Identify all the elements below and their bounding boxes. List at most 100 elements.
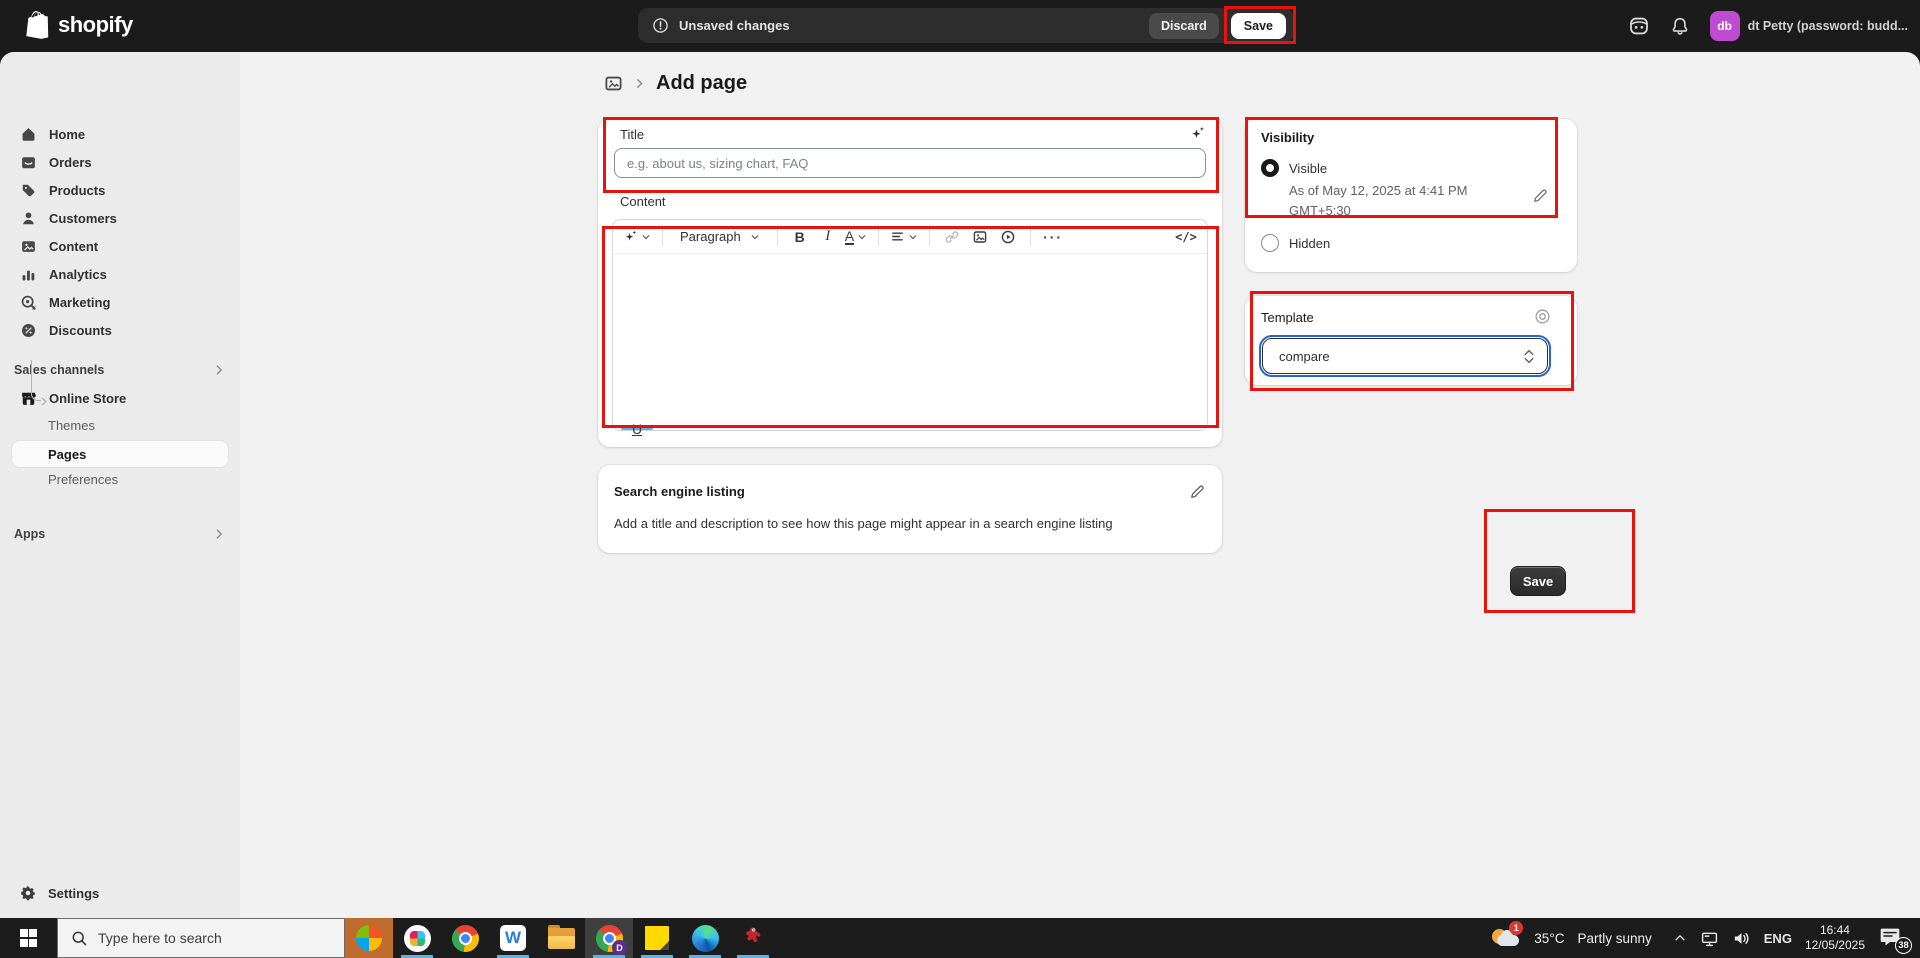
sidebar-item-label: Pages xyxy=(48,447,86,462)
taskbar-app-word[interactable]: W xyxy=(489,918,537,958)
nav-connector-arrow-icon xyxy=(39,396,50,407)
orders-icon xyxy=(20,154,37,171)
unsaved-changes-bar: Unsaved changes Discard Save xyxy=(638,8,1294,43)
visibility-hidden-option[interactable]: Hidden xyxy=(1261,234,1561,252)
content-field-label: Content xyxy=(620,194,666,209)
sidebar-item-home[interactable]: Home xyxy=(0,120,240,148)
paragraph-style-dropdown[interactable]: Paragraph xyxy=(674,225,766,249)
more-options-button[interactable]: ··· xyxy=(1042,225,1064,249)
slack-icon xyxy=(404,925,431,952)
sidebar-item-marketing[interactable]: Marketing xyxy=(0,288,240,316)
weather-condition[interactable]: Partly sunny xyxy=(1577,931,1651,946)
template-select[interactable]: compare xyxy=(1262,338,1548,374)
taskbar-app-copilot[interactable] xyxy=(345,918,393,958)
edit-pencil-icon[interactable] xyxy=(1189,483,1206,500)
apps-label: Apps xyxy=(14,527,212,541)
taskbar-app-edge[interactable] xyxy=(681,918,729,958)
start-button[interactable] xyxy=(0,918,57,958)
editor-toolbar: Paragraph B I U A xyxy=(613,220,1207,254)
sidebar-item-products[interactable]: Products xyxy=(0,176,240,204)
sidebar-item-customers[interactable]: Customers xyxy=(0,204,240,232)
info-icon xyxy=(652,17,669,34)
alignment-button[interactable] xyxy=(890,225,918,249)
template-card: Template compare xyxy=(1245,296,1577,385)
edit-visibility-pencil-icon[interactable] xyxy=(1532,187,1549,204)
windows-logo-icon xyxy=(20,929,38,947)
ai-assist-button[interactable] xyxy=(623,225,651,249)
customers-icon xyxy=(20,210,37,227)
text-color-button[interactable]: A xyxy=(845,225,867,249)
template-selected-value: compare xyxy=(1279,349,1523,364)
weather-icon[interactable]: 1 xyxy=(1491,924,1521,952)
sidebar-item-label: Products xyxy=(49,183,105,198)
title-input[interactable] xyxy=(614,148,1206,178)
discounts-icon xyxy=(20,322,37,339)
rich-text-editor[interactable]: Paragraph B I U A xyxy=(612,219,1208,431)
chrome-icon xyxy=(452,925,479,952)
breadcrumb-chevron-icon xyxy=(633,77,646,90)
insert-video-icon[interactable] xyxy=(997,225,1019,249)
taskbar-app-sticky-notes[interactable] xyxy=(633,918,681,958)
sidebar-item-orders[interactable]: Orders xyxy=(0,148,240,176)
sidebar-item-content[interactable]: Content xyxy=(0,232,240,260)
taskbar-app-file-explorer[interactable] xyxy=(537,918,585,958)
save-button-floating[interactable]: Save xyxy=(1510,566,1566,596)
sidekick-icon[interactable] xyxy=(1628,15,1650,37)
home-icon xyxy=(20,126,37,143)
pages-breadcrumb-icon[interactable] xyxy=(604,74,623,93)
ai-sparkle-icon[interactable] xyxy=(1189,125,1206,142)
sidebar-item-discounts[interactable]: Discounts xyxy=(0,316,240,344)
sidebar-item-label: Customers xyxy=(49,211,117,226)
user-name: dt Petty (password: budd... xyxy=(1748,19,1908,33)
preview-eye-icon[interactable] xyxy=(1534,308,1551,325)
network-icon[interactable] xyxy=(1700,929,1719,948)
sidebar-item-preferences[interactable]: Preferences xyxy=(0,466,240,492)
sidebar-item-pages[interactable]: Pages xyxy=(12,441,228,467)
marketing-icon xyxy=(20,294,37,311)
radio-selected[interactable] xyxy=(1261,159,1279,177)
shopify-logo[interactable]: shopify xyxy=(26,11,133,39)
bold-button[interactable]: B xyxy=(789,225,811,249)
underline-button[interactable]: U xyxy=(621,427,653,430)
select-stepper-icon xyxy=(1523,349,1535,364)
taskbar-search-input[interactable] xyxy=(98,930,318,946)
taskbar-clock[interactable]: 16:44 12/05/2025 xyxy=(1805,923,1865,953)
show-html-button[interactable]: </> xyxy=(1175,225,1197,249)
language-indicator[interactable]: ENG xyxy=(1764,931,1792,946)
seo-card-title: Search engine listing xyxy=(614,484,1189,499)
content-icon xyxy=(20,238,37,255)
editor-body[interactable] xyxy=(613,254,1207,430)
sidebar-item-label: Marketing xyxy=(49,295,110,310)
search-engine-listing-card: Search engine listing Add a title and de… xyxy=(598,465,1222,553)
taskbar-search[interactable] xyxy=(57,918,345,958)
visibility-visible-option[interactable]: Visible xyxy=(1261,159,1561,177)
sidebar-item-analytics[interactable]: Analytics xyxy=(0,260,240,288)
action-center-icon[interactable]: 38 xyxy=(1878,924,1908,952)
save-button-topbar[interactable]: Save xyxy=(1231,13,1286,39)
chrome-profile-badge: D xyxy=(612,940,627,955)
weather-temp[interactable]: 35°C xyxy=(1534,931,1564,946)
sidebar-item-settings[interactable]: Settings xyxy=(0,879,240,907)
notifications-bell-icon[interactable] xyxy=(1670,16,1690,36)
breadcrumb: Add page xyxy=(604,72,747,95)
file-explorer-icon xyxy=(548,928,575,949)
windows-taskbar: W D 1 35°C xyxy=(0,918,1920,958)
tray-chevron-up-icon[interactable] xyxy=(1673,931,1687,945)
taskbar-app-creature[interactable] xyxy=(729,918,777,958)
taskbar-app-chrome-profile[interactable]: D xyxy=(585,918,633,958)
discard-button[interactable]: Discard xyxy=(1149,13,1219,39)
sidebar-section-apps[interactable]: Apps xyxy=(0,520,240,548)
radio-unselected[interactable] xyxy=(1261,234,1279,252)
system-tray: 1 35°C Partly sunny ENG 16:44 12/05/2025… xyxy=(1491,918,1920,958)
insert-image-icon[interactable] xyxy=(969,225,991,249)
sidebar-item-themes[interactable]: Themes xyxy=(0,412,240,438)
copilot-icon xyxy=(356,925,382,951)
taskbar-app-slack[interactable] xyxy=(393,918,441,958)
user-menu[interactable]: db dt Petty (password: budd... xyxy=(1710,11,1908,41)
link-icon[interactable] xyxy=(941,225,963,249)
volume-icon[interactable] xyxy=(1732,929,1751,948)
taskbar-app-chrome[interactable] xyxy=(441,918,489,958)
italic-button[interactable]: I xyxy=(817,225,839,249)
visibility-card: Visibility Visible As of May 12, 2025 at… xyxy=(1245,119,1577,272)
sidebar-item-label: Online Store xyxy=(49,391,126,406)
